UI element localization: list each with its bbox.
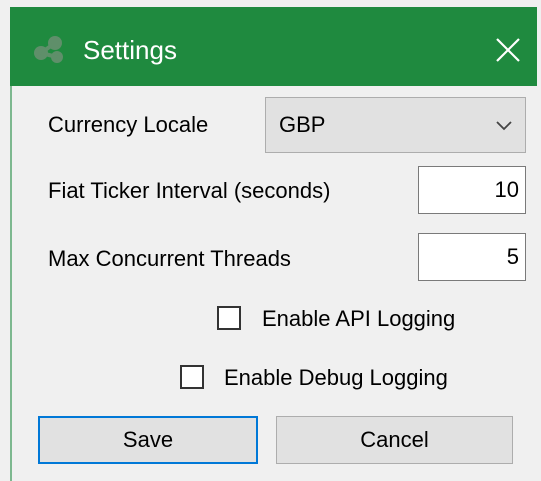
enable-api-logging-checkbox[interactable]: [217, 306, 241, 330]
settings-dialog: Settings Currency Locale GBP Fiat Ticker…: [0, 0, 541, 481]
window-title: Settings: [83, 35, 177, 65]
enable-api-logging-label[interactable]: Enable API Logging: [262, 306, 455, 332]
window-left-border: [10, 86, 12, 481]
enable-debug-logging-checkbox[interactable]: [180, 365, 204, 389]
app-logo-icon: [34, 36, 63, 63]
cancel-button[interactable]: Cancel: [276, 416, 513, 464]
save-button[interactable]: Save: [38, 416, 258, 464]
chevron-down-icon: [496, 121, 512, 131]
close-button[interactable]: [482, 23, 534, 77]
fiat-ticker-interval-input[interactable]: [418, 166, 526, 214]
fiat-ticker-interval-label: Fiat Ticker Interval (seconds): [48, 178, 331, 203]
max-concurrent-threads-label: Max Concurrent Threads: [48, 246, 291, 271]
currency-locale-value: GBP: [279, 112, 326, 137]
title-bar[interactable]: Settings: [10, 7, 537, 86]
enable-debug-logging-label[interactable]: Enable Debug Logging: [224, 365, 448, 391]
currency-locale-label: Currency Locale: [48, 112, 209, 137]
max-concurrent-threads-input[interactable]: [418, 233, 526, 281]
currency-locale-select[interactable]: GBP: [265, 97, 526, 153]
close-icon: [496, 38, 520, 62]
